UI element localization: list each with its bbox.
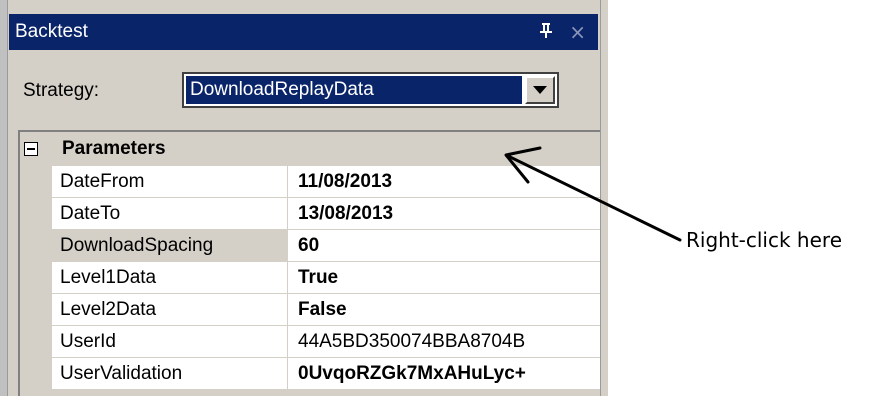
annotation-label: Right-click here [686,228,842,252]
annotation-arrow [504,146,682,242]
